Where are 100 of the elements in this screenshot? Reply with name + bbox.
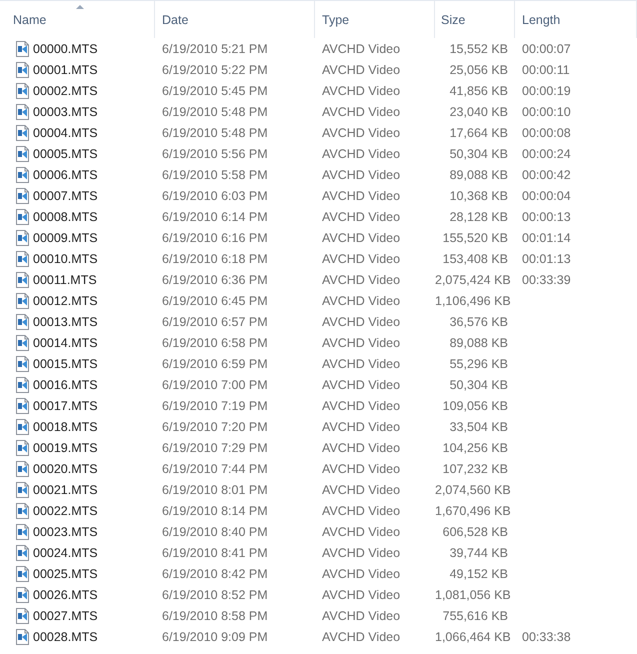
file-name[interactable]: 00016.MTS — [33, 378, 98, 392]
file-name[interactable]: 00005.MTS — [33, 146, 98, 160]
file-name[interactable]: 00011.MTS — [33, 272, 97, 286]
length-cell: 00:00:04 — [522, 188, 571, 202]
video-file-icon — [16, 146, 29, 162]
file-name[interactable]: 00025.MTS — [33, 566, 98, 580]
size-cell: 15,552 KB — [450, 42, 508, 56]
column-header[interactable]: Length — [515, 1, 637, 38]
file-name[interactable]: 00015.MTS — [33, 356, 98, 370]
date-cell: 6/19/2010 7:29 PM — [162, 440, 268, 454]
file-name[interactable]: 00004.MTS — [33, 126, 98, 140]
size-cell: 155,520 KB — [442, 230, 508, 244]
column-header[interactable]: Size — [435, 1, 515, 38]
video-file-icon — [16, 166, 29, 182]
video-file-icon — [16, 82, 29, 98]
length-cell: 00:01:13 — [522, 252, 571, 266]
type-cell: AVCHD Video — [322, 462, 400, 476]
size-cell: 107,232 KB — [442, 462, 508, 476]
size-cell: 17,664 KB — [450, 126, 508, 140]
column-header[interactable]: Type — [315, 1, 435, 38]
column-header[interactable]: Date — [155, 1, 315, 38]
date-cell: 6/19/2010 5:45 PM — [162, 84, 268, 98]
column-header[interactable]: Name — [0, 1, 155, 38]
file-name[interactable]: 00008.MTS — [33, 210, 98, 224]
date-cell: 6/19/2010 6:59 PM — [162, 356, 268, 370]
video-file-icon — [16, 104, 29, 120]
size-cell: 33,504 KB — [450, 420, 508, 434]
size-cell: 41,856 KB — [450, 84, 508, 98]
size-cell: 10,368 KB — [450, 188, 508, 202]
file-name[interactable]: 00007.MTS — [33, 188, 98, 202]
type-cell: AVCHD Video — [322, 588, 400, 602]
length-cell: 00:00:24 — [522, 146, 571, 160]
size-cell: 50,304 KB — [450, 378, 508, 392]
size-cell: 36,576 KB — [450, 314, 508, 328]
date-cell: 6/19/2010 5:56 PM — [162, 146, 268, 160]
type-cell: AVCHD Video — [322, 104, 400, 118]
size-cell: 2,075,424 KB — [435, 272, 511, 286]
size-cell: 606,528 KB — [442, 524, 508, 538]
file-name[interactable]: 00019.MTS — [33, 440, 98, 454]
date-cell: 6/19/2010 8:41 PM — [162, 546, 268, 560]
video-file-icon — [16, 124, 29, 140]
date-cell: 6/19/2010 5:22 PM — [162, 62, 268, 76]
video-file-icon — [16, 566, 29, 582]
file-name[interactable]: 00002.MTS — [33, 84, 98, 98]
length-cell: 00:00:10 — [522, 104, 571, 118]
file-name[interactable]: 00012.MTS — [33, 294, 98, 308]
type-cell: AVCHD Video — [322, 42, 400, 56]
size-cell: 28,128 KB — [450, 210, 508, 224]
size-cell: 1,066,464 KB — [435, 630, 511, 644]
video-file-icon — [16, 440, 29, 456]
file-name[interactable]: 00010.MTS — [33, 252, 98, 266]
date-cell: 6/19/2010 7:44 PM — [162, 462, 268, 476]
file-name[interactable]: 00006.MTS — [33, 168, 98, 182]
length-cell: 00:33:38 — [522, 630, 571, 644]
date-cell: 6/19/2010 6:57 PM — [162, 314, 268, 328]
file-name[interactable]: 00020.MTS — [33, 462, 98, 476]
file-name[interactable]: 00021.MTS — [33, 482, 98, 496]
date-cell: 6/19/2010 8:42 PM — [162, 566, 268, 580]
date-cell: 6/19/2010 7:00 PM — [162, 378, 268, 392]
date-cell: 6/19/2010 8:58 PM — [162, 608, 268, 622]
file-name[interactable]: 00013.MTS — [33, 314, 98, 328]
file-name[interactable]: 00028.MTS — [33, 630, 98, 644]
file-name[interactable]: 00024.MTS — [33, 546, 98, 560]
type-cell: AVCHD Video — [322, 504, 400, 518]
file-name[interactable]: 00009.MTS — [33, 230, 98, 244]
file-name[interactable]: 00017.MTS — [33, 398, 98, 412]
length-cell: 00:00:19 — [522, 84, 571, 98]
file-name[interactable]: 00022.MTS — [33, 504, 98, 518]
date-cell: 6/19/2010 9:09 PM — [162, 630, 268, 644]
file-name[interactable]: 00026.MTS — [33, 588, 98, 602]
video-file-icon — [16, 608, 29, 624]
type-cell: AVCHD Video — [322, 398, 400, 412]
file-name[interactable]: 00003.MTS — [33, 104, 98, 118]
size-cell: 153,408 KB — [442, 252, 508, 266]
date-cell: 6/19/2010 6:58 PM — [162, 336, 268, 350]
video-file-icon — [16, 272, 29, 288]
type-cell: AVCHD Video — [322, 62, 400, 76]
file-name[interactable]: 00014.MTS — [33, 336, 98, 350]
size-cell: 2,074,560 KB — [435, 482, 511, 496]
video-file-icon — [16, 398, 29, 414]
video-file-icon — [16, 250, 29, 266]
size-cell: 109,056 KB — [442, 398, 508, 412]
type-cell: AVCHD Video — [322, 252, 400, 266]
video-file-icon — [16, 40, 29, 56]
date-cell: 6/19/2010 8:52 PM — [162, 588, 268, 602]
length-cell: 00:00:42 — [522, 168, 571, 182]
video-file-icon — [16, 482, 29, 498]
file-name[interactable]: 00000.MTS — [33, 42, 98, 56]
date-cell: 6/19/2010 6:03 PM — [162, 188, 268, 202]
size-cell: 55,296 KB — [450, 356, 508, 370]
size-cell: 50,304 KB — [450, 146, 508, 160]
file-name[interactable]: 00027.MTS — [33, 608, 98, 622]
video-file-icon — [16, 292, 29, 308]
type-cell: AVCHD Video — [322, 314, 400, 328]
video-file-icon — [16, 62, 29, 78]
date-cell: 6/19/2010 8:14 PM — [162, 504, 268, 518]
file-name[interactable]: 00001.MTS — [33, 62, 98, 76]
file-name[interactable]: 00018.MTS — [33, 420, 98, 434]
type-cell: AVCHD Video — [322, 608, 400, 622]
file-name[interactable]: 00023.MTS — [33, 524, 98, 538]
